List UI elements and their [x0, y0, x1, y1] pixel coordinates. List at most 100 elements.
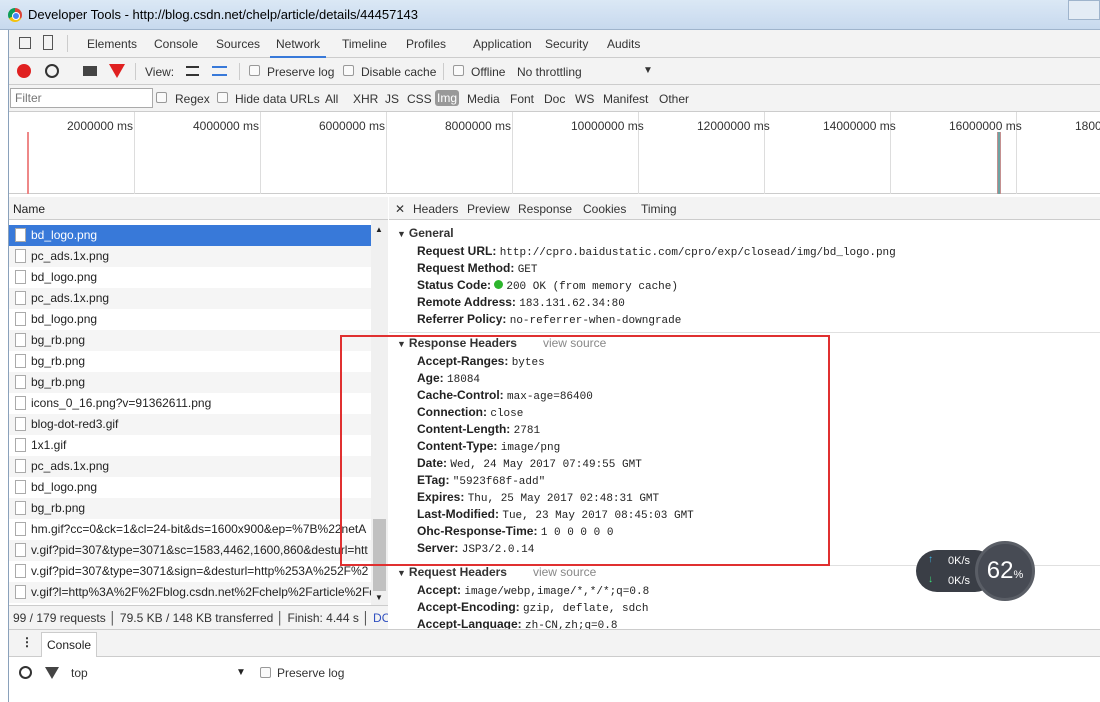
- detail-tab-preview[interactable]: Preview: [467, 202, 510, 216]
- hide-data-urls-checkbox[interactable]: [217, 92, 228, 103]
- filter-type-js[interactable]: JS: [385, 92, 399, 106]
- request-row[interactable]: pc_ads.1x.png: [9, 246, 371, 267]
- overview-icon[interactable]: [212, 66, 227, 76]
- large-rows-icon[interactable]: [186, 66, 199, 76]
- console-preserve-log-checkbox[interactable]: [260, 667, 271, 678]
- disable-cache-checkbox[interactable]: [343, 65, 354, 76]
- divider: [389, 332, 1100, 333]
- detail-tab-cookies[interactable]: Cookies: [583, 202, 626, 216]
- console-preserve-log-label: Preserve log: [277, 666, 345, 680]
- name-column-header[interactable]: Name: [9, 197, 388, 220]
- preserve-log-checkbox[interactable]: [249, 65, 260, 76]
- context-select[interactable]: top: [71, 666, 88, 680]
- drawer-tab-console[interactable]: Console: [41, 632, 98, 657]
- memory-percent: 62: [986, 557, 1014, 584]
- memory-gauge[interactable]: 62%: [975, 541, 1035, 601]
- timeline-overview[interactable]: 2000000 ms 4000000 ms 6000000 ms 8000000 ms…: [9, 112, 1100, 194]
- filter-type-img[interactable]: Img: [435, 90, 460, 106]
- device-icon[interactable]: [43, 35, 53, 50]
- detail-tab-headers[interactable]: Headers: [413, 202, 458, 216]
- clear-icon[interactable]: [45, 64, 59, 78]
- filter-type-ws[interactable]: WS: [575, 92, 594, 106]
- domcontentloaded-link[interactable]: DO...: [373, 611, 388, 625]
- filter-type-xhr[interactable]: XHR: [353, 92, 378, 106]
- filter-type-doc[interactable]: Doc: [544, 92, 565, 106]
- inspect-icon[interactable]: [19, 37, 31, 49]
- filter-type-all[interactable]: All: [325, 92, 338, 106]
- request-name: bd_logo.png: [31, 270, 98, 284]
- timeline-tick-label: 14000000 ms: [823, 119, 896, 133]
- tab-audits[interactable]: Audits: [607, 37, 640, 51]
- tab-timeline[interactable]: Timeline: [342, 37, 387, 51]
- request-row[interactable]: pc_ads.1x.png: [9, 288, 371, 309]
- request-row[interactable]: bg_rb.png: [9, 351, 371, 372]
- close-icon[interactable]: ✕: [395, 202, 405, 216]
- timeline-tick-label: 2000000 ms: [67, 119, 134, 133]
- view-source-link[interactable]: view source: [533, 565, 596, 579]
- detail-tab-timing[interactable]: Timing: [641, 202, 677, 216]
- filter-icon[interactable]: [109, 64, 125, 78]
- network-toolbar: View: Preserve log Disable cache Offline…: [9, 58, 1100, 85]
- request-row[interactable]: v.gif?pid=307&type=3071&sc=1583,4462,160…: [9, 540, 371, 561]
- file-icon: [15, 396, 26, 410]
- request-row[interactable]: 1x1.gif: [9, 435, 371, 456]
- tab-network[interactable]: Network: [269, 37, 327, 58]
- filter-type-manifest[interactable]: Manifest: [603, 92, 648, 106]
- timeline-tick-label: 8000000 ms: [445, 119, 512, 133]
- tab-security[interactable]: Security: [545, 37, 588, 51]
- close-window-button[interactable]: [1068, 0, 1100, 20]
- drawer-menu-icon[interactable]: ⋮: [21, 635, 33, 649]
- capture-screenshots-icon[interactable]: [83, 66, 97, 76]
- tab-console[interactable]: Console: [154, 37, 198, 51]
- request-row[interactable]: bg_rb.png: [9, 498, 371, 519]
- request-row[interactable]: v.gif?pid=307&type=3071&sign=&desturl=ht…: [9, 561, 371, 582]
- filter-input[interactable]: [10, 88, 153, 108]
- request-row[interactable]: blog-dot-red3.gif: [9, 414, 371, 435]
- request-row[interactable]: bg_rb.png: [9, 330, 371, 351]
- scroll-down-icon[interactable]: ▼: [375, 593, 383, 602]
- tab-sources[interactable]: Sources: [216, 37, 260, 51]
- section-general-header[interactable]: ▼ General: [397, 226, 454, 240]
- request-row[interactable]: v.gif?l=http%3A%2F%2Fblog.csdn.net%2Fche…: [9, 582, 371, 603]
- timeline-gridline: [134, 112, 135, 194]
- filter-type-other[interactable]: Other: [659, 92, 689, 106]
- filter-type-font[interactable]: Font: [510, 92, 534, 106]
- file-icon: [15, 501, 26, 515]
- filter-type-media[interactable]: Media: [467, 92, 500, 106]
- tab-application[interactable]: Application: [473, 37, 532, 51]
- file-icon: [15, 480, 26, 494]
- offline-checkbox[interactable]: [453, 65, 464, 76]
- request-row[interactable]: pc_ads.1x.png: [9, 456, 371, 477]
- timeline-tick-label: 6000000 ms: [319, 119, 386, 133]
- request-row[interactable]: hm.gif?cc=0&ck=1&cl=24-bit&ds=1600x900&e…: [9, 519, 371, 540]
- timeline-bar: [997, 132, 1001, 194]
- record-button[interactable]: [17, 64, 31, 78]
- request-row[interactable]: bd_logo.png: [9, 225, 371, 246]
- header-row: Referrer Policy: no-referrer-when-downgr…: [417, 312, 681, 327]
- section-request-header[interactable]: ▼ Request Headers view source: [397, 565, 596, 579]
- regex-checkbox[interactable]: [156, 92, 167, 103]
- highlight-annotation: [340, 335, 830, 566]
- timeline-tick-label: 10000000 ms: [571, 119, 644, 133]
- filter-icon[interactable]: [45, 667, 59, 679]
- request-row[interactable]: bd_logo.png: [9, 309, 371, 330]
- request-row[interactable]: bd_logo.png: [9, 477, 371, 498]
- file-icon: [15, 270, 26, 284]
- header-row: Accept: image/webp,image/*,*/*;q=0.8: [417, 583, 649, 598]
- clear-console-icon[interactable]: [19, 666, 32, 679]
- filter-type-css[interactable]: CSS: [407, 92, 432, 106]
- throttling-select[interactable]: No throttling: [517, 65, 582, 79]
- chevron-down-icon[interactable]: ▼: [236, 667, 246, 678]
- request-row[interactable]: bd_logo.png: [9, 267, 371, 288]
- request-row[interactable]: bg_rb.png: [9, 372, 371, 393]
- tab-elements[interactable]: Elements: [87, 37, 137, 51]
- request-name: bg_rb.png: [31, 354, 86, 368]
- scroll-up-icon[interactable]: ▲: [375, 225, 383, 234]
- download-speed: 0K/s: [948, 575, 971, 587]
- detail-tab-response[interactable]: Response: [518, 202, 572, 216]
- request-row[interactable]: icons_0_16.png?v=91362611.png: [9, 393, 371, 414]
- header-name: Referrer Policy:: [417, 312, 507, 326]
- tab-profiles[interactable]: Profiles: [406, 37, 446, 51]
- chevron-down-icon[interactable]: ▼: [643, 65, 653, 76]
- transferred-size: 79.5 KB / 148 KB transferred: [119, 611, 274, 625]
